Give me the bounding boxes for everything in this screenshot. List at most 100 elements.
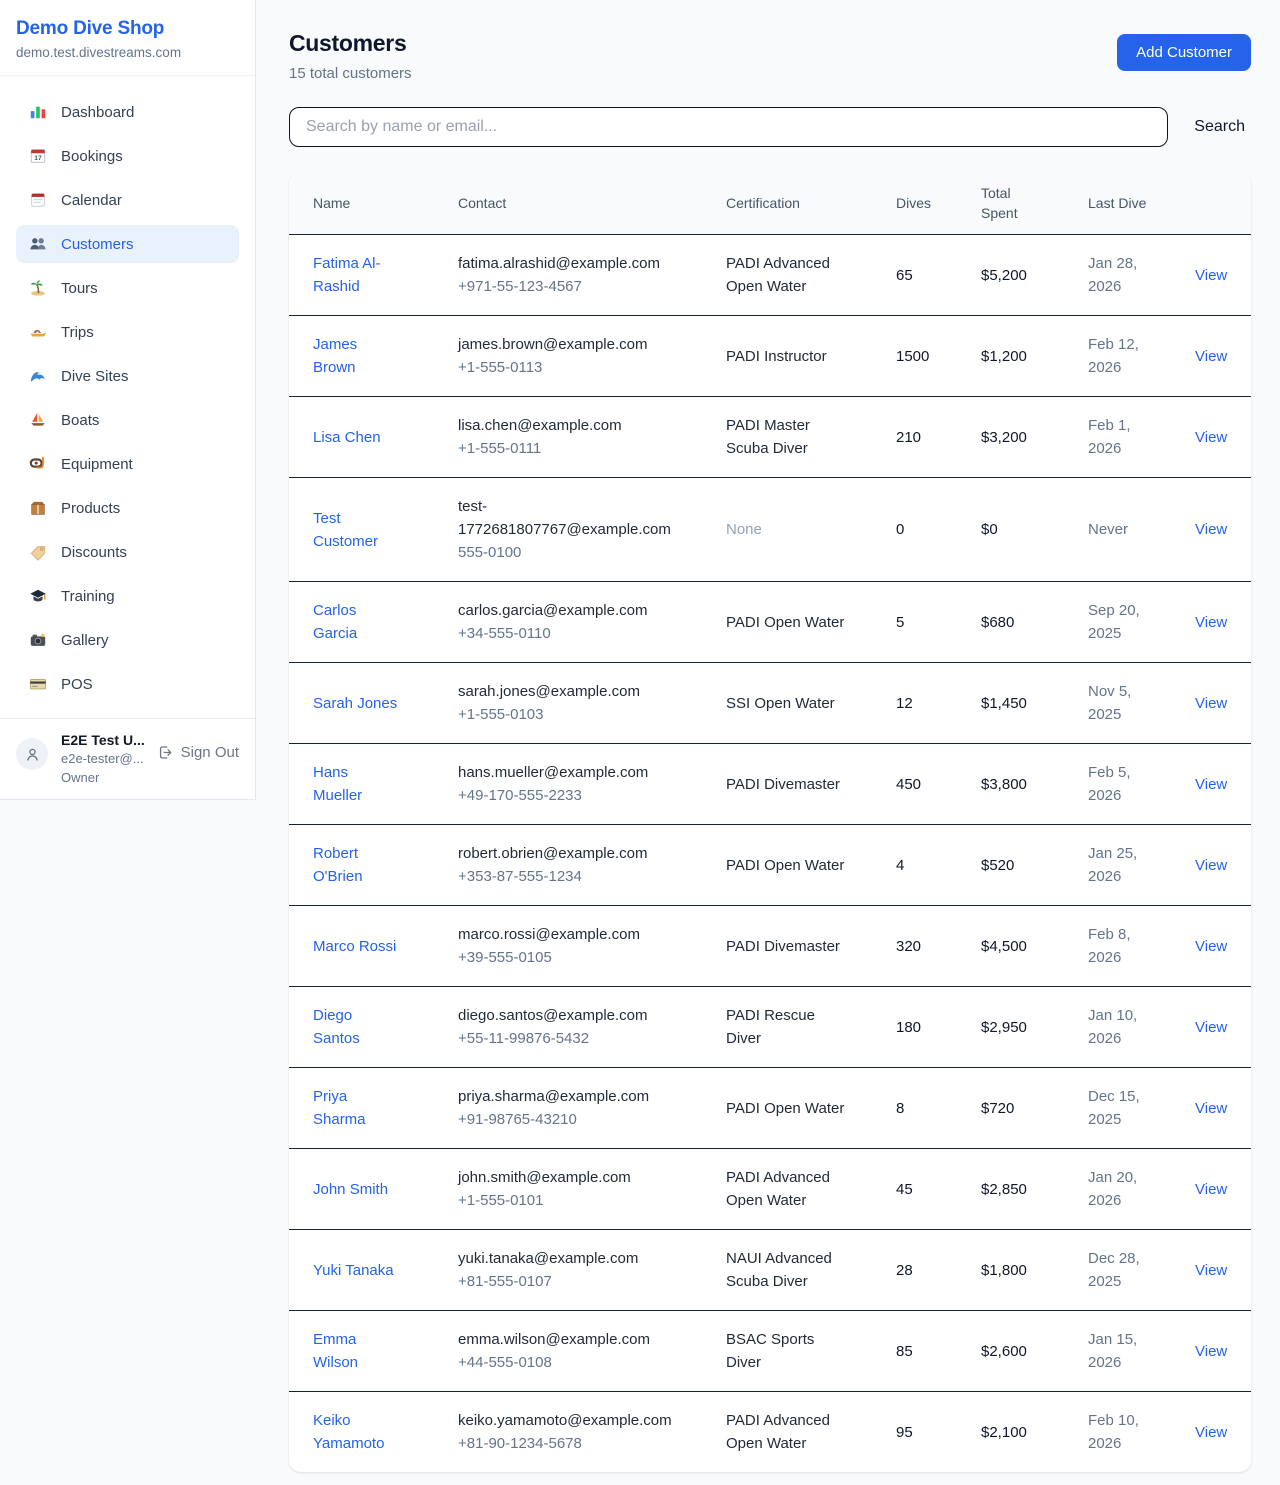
sidebar-item-pos[interactable]: POS bbox=[16, 665, 239, 703]
customer-name-link[interactable]: Keiko Yamamoto bbox=[313, 1409, 399, 1455]
view-customer-link[interactable]: View bbox=[1195, 938, 1227, 955]
package-icon bbox=[28, 498, 48, 518]
customer-certification: None bbox=[726, 518, 848, 541]
customer-email: carlos.garcia@example.com bbox=[458, 599, 674, 622]
customer-name-link[interactable]: Sarah Jones bbox=[313, 692, 397, 715]
customer-name-link[interactable]: Robert O'Brien bbox=[313, 842, 399, 888]
customer-email: hans.mueller@example.com bbox=[458, 761, 674, 784]
search-input[interactable] bbox=[289, 107, 1168, 147]
customer-last-dive: Feb 1, 2026 bbox=[1088, 414, 1152, 460]
view-customer-link[interactable]: View bbox=[1195, 521, 1227, 538]
table-row: Hans Mueller hans.mueller@example.com +4… bbox=[289, 744, 1251, 825]
customer-dives: 1500 bbox=[896, 345, 943, 368]
view-customer-link[interactable]: View bbox=[1195, 1019, 1227, 1036]
customer-name-link[interactable]: Marco Rossi bbox=[313, 935, 396, 958]
customer-certification: PADI Advanced Open Water bbox=[726, 1166, 848, 1212]
sidebar-item-boats[interactable]: Boats bbox=[16, 401, 239, 439]
customer-certification: PADI Advanced Open Water bbox=[726, 252, 848, 298]
brand-name[interactable]: Demo Dive Shop bbox=[16, 18, 239, 40]
sidebar-item-dashboard[interactable]: Dashboard bbox=[16, 93, 239, 131]
customer-last-dive: Jan 28, 2026 bbox=[1088, 252, 1152, 298]
customer-email: marco.rossi@example.com bbox=[458, 923, 674, 946]
view-customer-link[interactable]: View bbox=[1195, 695, 1227, 712]
dive-mask-icon bbox=[28, 454, 48, 474]
search-button[interactable]: Search bbox=[1188, 110, 1251, 144]
customer-name-link[interactable]: Lisa Chen bbox=[313, 426, 381, 449]
customer-name-link[interactable]: Carlos Garcia bbox=[313, 599, 399, 645]
sidebar-nav: Dashboard 17 Bookings Calendar Customers… bbox=[0, 76, 255, 703]
sidebar-item-label: Discounts bbox=[61, 544, 127, 561]
sign-out-button[interactable]: Sign Out bbox=[157, 744, 239, 761]
sidebar-item-trips[interactable]: Trips bbox=[16, 313, 239, 351]
sidebar-item-label: Products bbox=[61, 500, 120, 517]
table-row: Priya Sharma priya.sharma@example.com +9… bbox=[289, 1068, 1251, 1149]
table-header: Name Contact Certification Dives Total S… bbox=[289, 172, 1251, 235]
sidebar-item-equipment[interactable]: Equipment bbox=[16, 445, 239, 483]
customer-name-link[interactable]: Hans Mueller bbox=[313, 761, 399, 807]
view-customer-link[interactable]: View bbox=[1195, 614, 1227, 631]
customer-dives: 180 bbox=[896, 1016, 943, 1039]
customer-name-link[interactable]: Yuki Tanaka bbox=[313, 1259, 394, 1282]
sidebar-item-label: Bookings bbox=[61, 148, 123, 165]
customer-name-link[interactable]: James Brown bbox=[313, 333, 399, 379]
sidebar-item-bookings[interactable]: 17 Bookings bbox=[16, 137, 239, 175]
sidebar-item-products[interactable]: Products bbox=[16, 489, 239, 527]
view-customer-link[interactable]: View bbox=[1195, 1100, 1227, 1117]
customer-phone: +39-555-0105 bbox=[458, 946, 688, 969]
customer-email: james.brown@example.com bbox=[458, 333, 674, 356]
person-icon bbox=[22, 744, 42, 764]
sidebar-item-discounts[interactable]: Discounts bbox=[16, 533, 239, 571]
view-customer-link[interactable]: View bbox=[1195, 1343, 1227, 1360]
customer-dives: 5 bbox=[896, 611, 943, 634]
view-customer-link[interactable]: View bbox=[1195, 1424, 1227, 1441]
customer-last-dive: Nov 5, 2025 bbox=[1088, 680, 1152, 726]
customer-name-link[interactable]: Diego Santos bbox=[313, 1004, 399, 1050]
customer-name-link[interactable]: Priya Sharma bbox=[313, 1085, 399, 1131]
brand-domain: demo.test.divestreams.com bbox=[16, 45, 239, 60]
customer-total-spent: $2,600 bbox=[981, 1340, 1050, 1363]
customer-email: lisa.chen@example.com bbox=[458, 414, 674, 437]
view-customer-link[interactable]: View bbox=[1195, 1262, 1227, 1279]
customer-total-spent: $3,200 bbox=[981, 426, 1050, 449]
customer-total-spent: $520 bbox=[981, 854, 1050, 877]
table-row: Keiko Yamamoto keiko.yamamoto@example.co… bbox=[289, 1392, 1251, 1473]
palm-island-icon bbox=[28, 278, 48, 298]
customer-phone: +49-170-555-2233 bbox=[458, 784, 688, 807]
customer-last-dive: Jan 15, 2026 bbox=[1088, 1328, 1152, 1374]
column-header-actions bbox=[1171, 172, 1251, 235]
customer-total-spent: $1,800 bbox=[981, 1259, 1050, 1282]
customer-total-spent: $1,450 bbox=[981, 692, 1050, 715]
customer-phone: +34-555-0110 bbox=[458, 622, 688, 645]
customer-email: keiko.yamamoto@example.com bbox=[458, 1409, 674, 1432]
customer-dives: 12 bbox=[896, 692, 943, 715]
view-customer-link[interactable]: View bbox=[1195, 348, 1227, 365]
table-row: Marco Rossi marco.rossi@example.com +39-… bbox=[289, 906, 1251, 987]
view-customer-link[interactable]: View bbox=[1195, 429, 1227, 446]
table-row: Emma Wilson emma.wilson@example.com +44-… bbox=[289, 1311, 1251, 1392]
sidebar-item-training[interactable]: Training bbox=[16, 577, 239, 615]
customer-name-link[interactable]: Emma Wilson bbox=[313, 1328, 399, 1374]
customer-total-spent: $4,500 bbox=[981, 935, 1050, 958]
sidebar-item-tours[interactable]: Tours bbox=[16, 269, 239, 307]
page-subtitle: 15 total customers bbox=[289, 65, 412, 82]
customer-certification: NAUI Advanced Scuba Diver bbox=[726, 1247, 848, 1293]
view-customer-link[interactable]: View bbox=[1195, 267, 1227, 284]
customer-total-spent: $2,950 bbox=[981, 1016, 1050, 1039]
customer-last-dive: Never bbox=[1088, 518, 1152, 541]
bar-chart-icon bbox=[28, 102, 48, 122]
sidebar-item-customers[interactable]: Customers bbox=[16, 225, 239, 263]
customer-phone: +1-555-0113 bbox=[458, 356, 688, 379]
customer-total-spent: $3,800 bbox=[981, 773, 1050, 796]
main-content: Customers 15 total customers Add Custome… bbox=[256, 0, 1280, 1472]
view-customer-link[interactable]: View bbox=[1195, 857, 1227, 874]
view-customer-link[interactable]: View bbox=[1195, 776, 1227, 793]
sidebar-item-dive-sites[interactable]: Dive Sites bbox=[16, 357, 239, 395]
view-customer-link[interactable]: View bbox=[1195, 1181, 1227, 1198]
customer-name-link[interactable]: John Smith bbox=[313, 1178, 388, 1201]
customer-name-link[interactable]: Test Customer bbox=[313, 507, 399, 553]
sidebar-item-calendar[interactable]: Calendar bbox=[16, 181, 239, 219]
sidebar-item-gallery[interactable]: Gallery bbox=[16, 621, 239, 659]
add-customer-button[interactable]: Add Customer bbox=[1117, 34, 1251, 71]
customer-name-link[interactable]: Fatima Al-Rashid bbox=[313, 252, 399, 298]
customer-last-dive: Dec 28, 2025 bbox=[1088, 1247, 1152, 1293]
